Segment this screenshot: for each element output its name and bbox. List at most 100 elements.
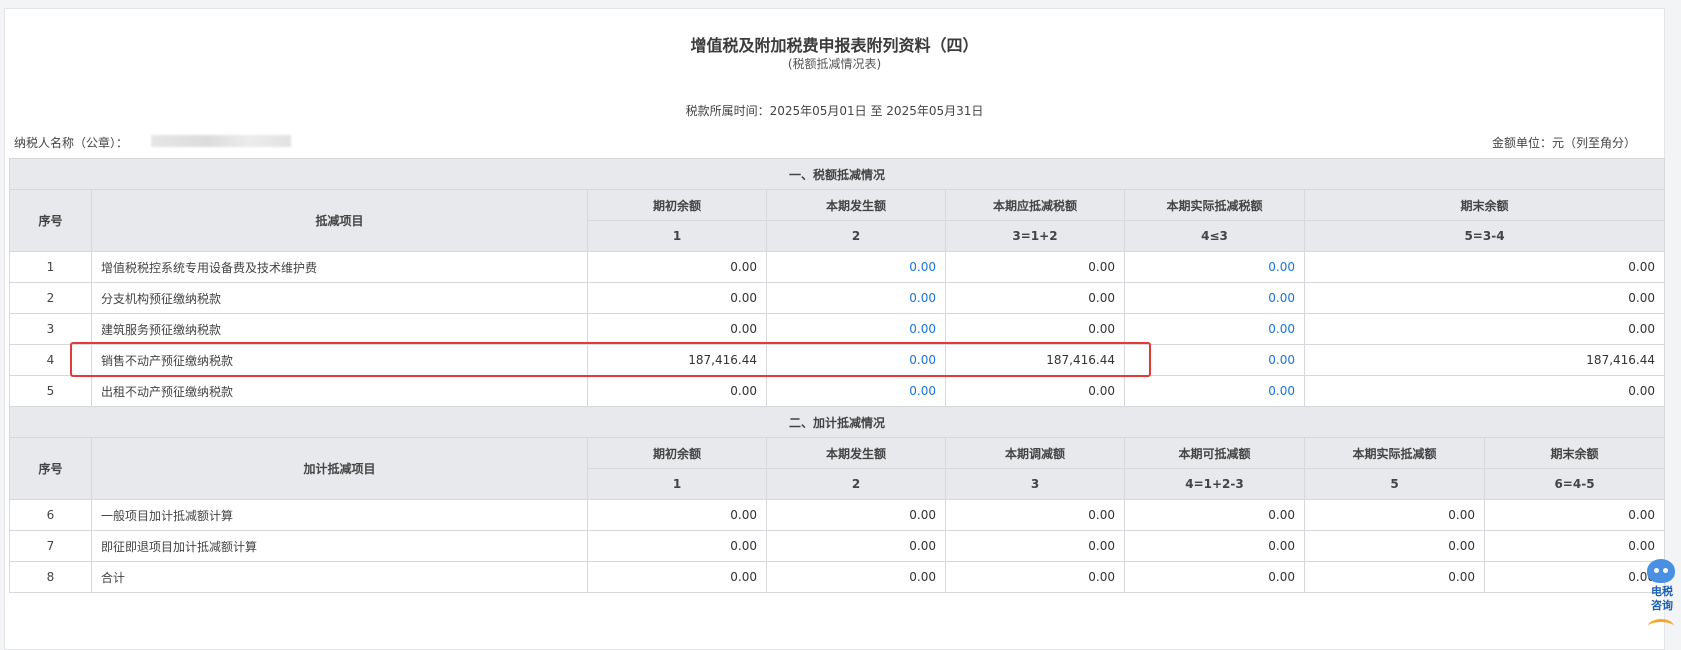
section1-header-row: 序号 抵减项目 期初余额 本期发生额 本期应抵减税额 本期实际抵减税额 期末余额 (9, 189, 1666, 252)
column-header: 期初余额 (587, 189, 767, 221)
deductible-amount: 0.00 (945, 251, 1125, 283)
tax-period: 税款所属时间：2025年05月01日 至 2025年05月31日 (685, 104, 984, 118)
section2-title-row: 二、加计抵减情况 (8, 406, 1666, 438)
value-cell: 0.00 (945, 499, 1125, 531)
column-number: 5 (1304, 468, 1485, 500)
row-item-name: 即征即退项目加计抵减额计算 (91, 530, 588, 562)
value-cell: 0.00 (1124, 530, 1305, 562)
value-cell: 0.00 (1304, 499, 1485, 531)
assistant-label-line2: 咨询 (1651, 599, 1673, 612)
opening-balance: 0.00 (587, 313, 767, 345)
value-cell: 0.00 (587, 561, 767, 593)
amount-unit: 金额单位：元（列至角分） (1491, 136, 1636, 150)
current-amount-link[interactable]: 0.00 (766, 375, 946, 407)
closing-balance: 0.00 (1303, 251, 1666, 283)
assistant-label: 电税 咨询 (1644, 585, 1680, 613)
row-item-name: 合计 (91, 561, 588, 593)
column-number: 5=3-4 (1303, 220, 1666, 252)
current-amount-link[interactable]: 0.00 (766, 282, 946, 314)
seq-header: 序号 (9, 189, 92, 252)
deductible-amount: 0.00 (945, 313, 1125, 345)
column-header: 本期可抵减额 (1124, 437, 1305, 469)
column-header: 本期实际抵减额 (1304, 437, 1485, 469)
page-subtitle: (税额抵减情况表) (787, 57, 882, 71)
table-row: 3 建筑服务预征缴纳税款 0.00 0.00 0.00 0.00 0.00 (9, 313, 1666, 345)
value-cell: 0.00 (945, 561, 1125, 593)
taxpayer-label: 纳税人名称（公章）： (14, 136, 129, 150)
column-number: 3=1+2 (945, 220, 1125, 252)
table-row: 6 一般项目加计抵减额计算 0.00 0.00 0.00 0.00 0.00 0… (9, 499, 1666, 531)
opening-balance: 0.00 (587, 251, 767, 283)
closing-balance: 0.00 (1303, 313, 1666, 345)
deductible-amount: 187,416.44 (945, 344, 1125, 376)
row-seq: 7 (9, 530, 92, 562)
value-cell: 0.00 (587, 530, 767, 562)
column-header: 期末余额 (1483, 437, 1666, 469)
opening-balance: 187,416.44 (587, 344, 767, 376)
assistant-label-line1: 电税 (1651, 585, 1673, 598)
table-row: 5 出租不动产预征缴纳税款 0.00 0.00 0.00 0.00 0.00 (9, 375, 1666, 407)
closing-balance: 0.00 (1303, 375, 1666, 407)
column-number: 1 (587, 468, 767, 500)
value-cell: 0.00 (1124, 499, 1305, 531)
column-number: 2 (766, 220, 946, 252)
column-number: 6=4-5 (1483, 468, 1666, 500)
actual-deduction-link[interactable]: 0.00 (1124, 251, 1305, 283)
table-row: 8 合计 0.00 0.00 0.00 0.00 0.00 0.00 (9, 561, 1666, 593)
value-cell: 0.00 (1304, 561, 1485, 593)
column-number: 2 (766, 468, 946, 500)
column-number: 4=1+2-3 (1124, 468, 1305, 500)
actual-deduction-link[interactable]: 0.00 (1124, 282, 1305, 314)
column-header: 本期发生额 (766, 189, 946, 221)
column-number: 4≤3 (1124, 220, 1305, 252)
value-cell: 0.00 (1304, 530, 1485, 562)
value-cell: 0.00 (945, 530, 1125, 562)
deductible-amount: 0.00 (945, 375, 1125, 407)
seq-header: 序号 (9, 437, 92, 500)
section1-title-row: 一、税额抵减情况 (8, 158, 1666, 190)
value-cell: 0.00 (766, 499, 946, 531)
section1-title: 一、税额抵减情况 (8, 158, 1666, 190)
closing-balance: 0.00 (1303, 282, 1666, 314)
row-seq: 1 (9, 251, 92, 283)
row-item-name: 增值税税控系统专用设备费及技术维护费 (91, 251, 588, 283)
page-title: 增值税及附加税费申报表附列资料（四） (690, 36, 979, 55)
row-seq: 5 (9, 375, 92, 407)
taxpayer-name-redacted (151, 135, 291, 147)
value-cell: 0.00 (1483, 561, 1666, 593)
actual-deduction-link[interactable]: 0.00 (1124, 375, 1305, 407)
value-cell: 0.00 (1483, 499, 1666, 531)
actual-deduction-link[interactable]: 0.00 (1124, 313, 1305, 345)
row-item-name: 建筑服务预征缴纳税款 (91, 313, 588, 345)
report-panel: 增值税及附加税费申报表附列资料（四） (税额抵减情况表) 税款所属时间：2025… (4, 8, 1666, 650)
value-cell: 0.00 (1483, 530, 1666, 562)
section2-title: 二、加计抵减情况 (8, 406, 1666, 438)
column-number: 3 (945, 468, 1125, 500)
current-amount-link[interactable]: 0.00 (766, 344, 946, 376)
row-item-name: 出租不动产预征缴纳税款 (91, 375, 588, 407)
actual-deduction-link[interactable]: 0.00 (1124, 344, 1305, 376)
value-cell: 0.00 (1124, 561, 1305, 593)
column-header: 本期调减额 (945, 437, 1125, 469)
value-cell: 0.00 (587, 499, 767, 531)
current-amount-link[interactable]: 0.00 (766, 251, 946, 283)
column-header: 本期应抵减税额 (945, 189, 1125, 221)
table-row: 2 分支机构预征缴纳税款 0.00 0.00 0.00 0.00 0.00 (9, 282, 1666, 314)
column-header: 期初余额 (587, 437, 767, 469)
row-seq: 8 (9, 561, 92, 593)
tax-consult-assistant-button[interactable]: 电税 咨询 (1644, 559, 1680, 623)
assistant-decor-arc (1648, 619, 1674, 634)
table-row: 1 增值税税控系统专用设备费及技术维护费 0.00 0.00 0.00 0.00… (9, 251, 1666, 283)
deductible-amount: 0.00 (945, 282, 1125, 314)
value-cell: 0.00 (766, 530, 946, 562)
item-header: 加计抵减项目 (91, 437, 588, 500)
deduction-table: 一、税额抵减情况 序号 抵减项目 期初余额 本期发生额 本期应抵减税额 本期实际… (8, 158, 1666, 593)
item-header: 抵减项目 (91, 189, 588, 252)
column-number: 1 (587, 220, 767, 252)
column-header: 期末余额 (1303, 189, 1666, 221)
current-amount-link[interactable]: 0.00 (766, 313, 946, 345)
row-seq: 4 (9, 344, 92, 376)
section2-header-row: 序号 加计抵减项目 期初余额 本期发生额 本期调减额 本期可抵减额 本期实际抵减… (9, 437, 1666, 500)
row-item-name: 一般项目加计抵减额计算 (91, 499, 588, 531)
table-row: 7 即征即退项目加计抵减额计算 0.00 0.00 0.00 0.00 0.00… (9, 530, 1666, 562)
